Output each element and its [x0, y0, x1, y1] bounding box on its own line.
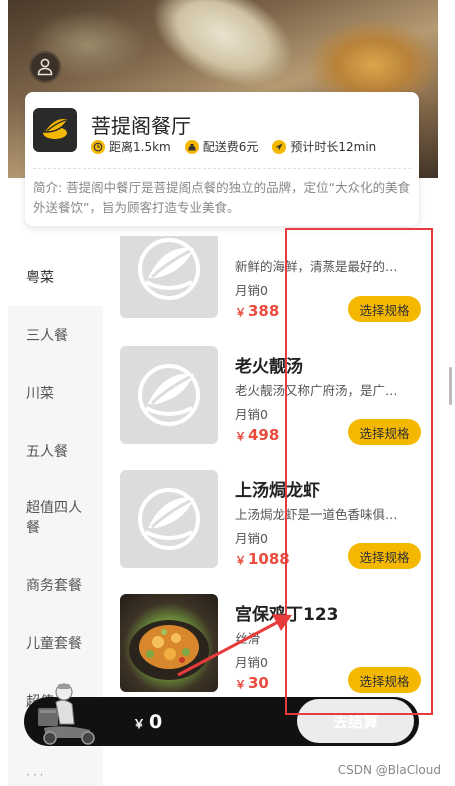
category-item-five-person[interactable]: 五人餐 — [8, 422, 103, 480]
category-item-three-person[interactable]: 三人餐 — [8, 306, 103, 364]
watermark: CSDN @BlaCloud — [337, 763, 441, 777]
placeholder-logo-icon — [138, 238, 200, 300]
money-bag-icon — [184, 139, 199, 154]
delivery-fee-info: 配送费6元 — [184, 138, 259, 155]
restaurant-meta: 距离1.5km 配送费6元 预计时长12min — [91, 138, 390, 155]
placeholder-logo-icon — [138, 364, 200, 426]
cart-total: ￥ 0 — [133, 711, 163, 733]
product-image-placeholder — [120, 236, 218, 318]
delivery-fee-label: 配送费6元 — [202, 140, 259, 154]
restaurant-name: 菩提阁餐厅 — [91, 114, 191, 138]
card-divider — [33, 168, 411, 169]
clock-icon — [91, 139, 105, 154]
product-price: ￥ 388 — [235, 302, 280, 320]
product-price: ￥ 30 — [235, 674, 269, 692]
user-icon — [37, 58, 53, 76]
category-item-kids-set[interactable]: 儿童套餐 — [8, 614, 103, 672]
user-avatar[interactable] — [29, 51, 61, 83]
product-sales: 月销0 — [235, 283, 268, 298]
product-sales: 月销0 — [235, 531, 268, 546]
product-image-placeholder — [120, 346, 218, 444]
category-item-four-person-value[interactable]: 超值四人餐 — [8, 480, 103, 556]
product-sales: 月销0 — [235, 407, 268, 422]
food-dish-icon — [129, 620, 209, 680]
distance-label: 距离1.5km — [109, 140, 171, 154]
product-sales: 月销0 — [235, 655, 268, 670]
annotation-highlight-box — [285, 228, 433, 715]
product-price: ￥ 498 — [235, 426, 280, 444]
product-food-photo — [120, 594, 218, 692]
product-image-placeholder — [120, 470, 218, 568]
category-item-sichuan[interactable]: 川菜 — [8, 364, 103, 422]
navigation-arrow-icon — [272, 139, 287, 154]
leaf-bowl-logo-icon — [42, 117, 70, 139]
more-indicator: ··· — [26, 768, 47, 782]
eta-info: 预计时长12min — [272, 138, 376, 155]
placeholder-logo-icon — [138, 488, 200, 550]
delivery-rider-cart-icon[interactable] — [34, 680, 106, 746]
category-item-business-set[interactable]: 商务套餐 — [8, 556, 103, 614]
restaurant-info-card: 菩提阁餐厅 距离1.5km 配送费6元 预计时长12min 简介: 菩提阁中餐厅… — [25, 92, 419, 226]
restaurant-logo — [33, 108, 77, 152]
category-item-cantonese[interactable]: 粤菜 — [8, 248, 103, 306]
product-price: ￥ 1088 — [235, 550, 290, 568]
eta-label: 预计时长12min — [290, 140, 377, 154]
distance-info: 距离1.5km — [91, 138, 171, 155]
restaurant-description: 简介: 菩提阁中餐厅是菩提阁点餐的独立的品牌，定位“大众化的美食外送餐饮”，旨为… — [33, 180, 411, 215]
scrollbar-thumb[interactable] — [449, 367, 452, 405]
